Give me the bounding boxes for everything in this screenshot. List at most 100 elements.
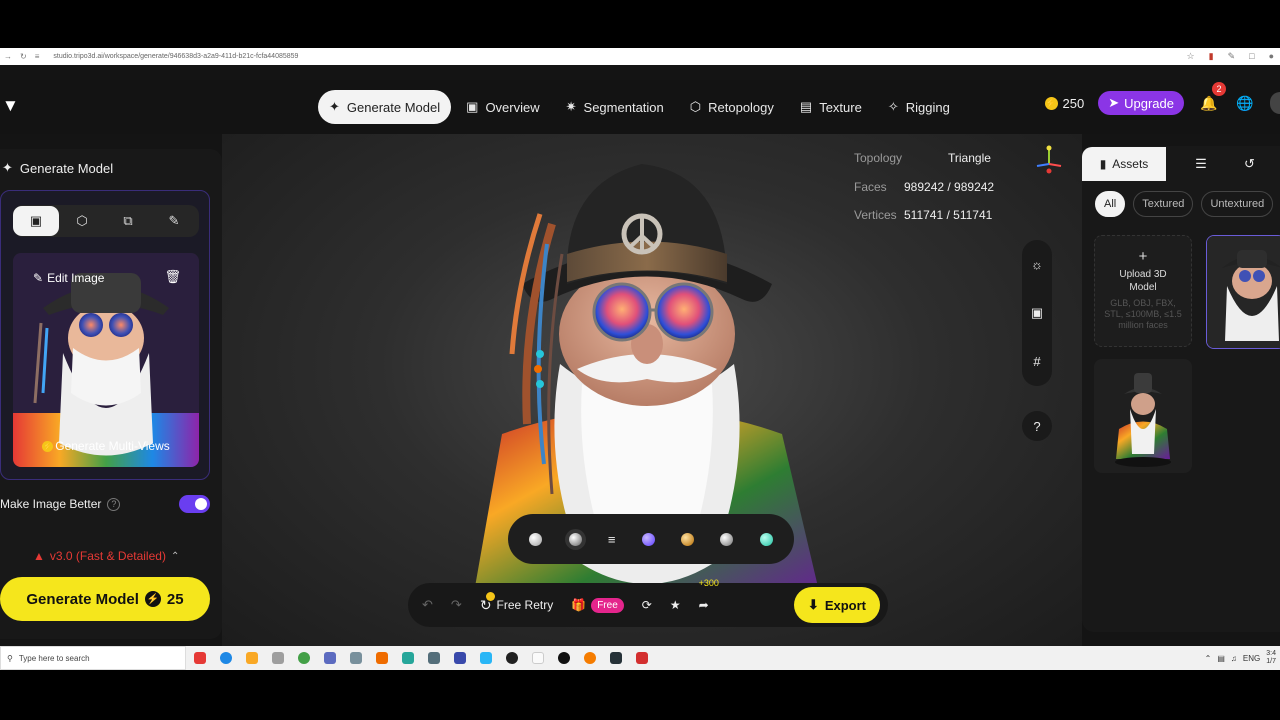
- app-icon[interactable]: [324, 652, 336, 664]
- stat-faces: Faces 989242 / 989242: [854, 179, 995, 194]
- export-button[interactable]: ⬇ Export: [793, 587, 880, 623]
- browser-address-bar[interactable]: → ↻ ≡ studio.tripo3d.ai/workspace/genera…: [0, 48, 1280, 65]
- app-icon[interactable]: [272, 652, 284, 664]
- upload-3d-model-button[interactable]: + Upload 3D Model GLB, OBJ, FBX, STL, ≤1…: [1094, 235, 1192, 347]
- site-info-icon[interactable]: ≡: [35, 52, 40, 61]
- multi-image-icon[interactable]: ⧉: [105, 206, 151, 236]
- free-retry-button[interactable]: ↻ Free Retry: [474, 590, 559, 620]
- retopology-icon: ⬡: [689, 99, 702, 114]
- make-image-better-toggle[interactable]: [179, 495, 210, 513]
- share-button[interactable]: ➦ +300: [693, 578, 719, 620]
- profile-icon[interactable]: ●: [1269, 51, 1274, 62]
- light-icon[interactable]: ☼: [1031, 257, 1043, 272]
- app-icon[interactable]: [402, 652, 414, 664]
- grid-icon[interactable]: #: [1033, 354, 1040, 369]
- camera-icon[interactable]: ▣: [1031, 305, 1043, 321]
- tab-overview[interactable]: ▣ Overview: [455, 90, 550, 124]
- reference-image[interactable]: ✎ Edit Image 🗑 ⚡ Generate Multi-Views: [13, 253, 199, 467]
- terminal-icon[interactable]: [610, 652, 622, 664]
- edge-icon[interactable]: [220, 652, 232, 664]
- pen-icon[interactable]: ✎: [151, 206, 197, 236]
- app-icon[interactable]: [194, 652, 206, 664]
- chrome-icon[interactable]: [298, 652, 310, 664]
- edit-image-button[interactable]: ✎ Edit Image: [33, 271, 104, 285]
- filter-untextured[interactable]: Untextured: [1201, 191, 1274, 217]
- material-white[interactable]: [529, 532, 543, 546]
- clock[interactable]: 3:4 1/7: [1266, 650, 1276, 666]
- app-icon[interactable]: [454, 652, 466, 664]
- sliders-icon[interactable]: ≡: [608, 532, 616, 547]
- material-silver[interactable]: [720, 532, 734, 546]
- media-player-icon[interactable]: [506, 652, 518, 664]
- filter-textured[interactable]: Textured: [1133, 191, 1194, 217]
- asset-filters: All Textured Untextured: [1095, 191, 1274, 217]
- app-icon[interactable]: [636, 652, 648, 664]
- help-icon[interactable]: ?: [107, 497, 121, 511]
- app-icon[interactable]: [350, 652, 362, 664]
- tab-segmentation[interactable]: ✷ Segmentation: [555, 90, 675, 124]
- asset-thumbnail[interactable]: [1206, 235, 1280, 349]
- redo-icon[interactable]: ↷: [445, 590, 468, 620]
- material-clay[interactable]: [568, 532, 582, 546]
- url-text[interactable]: studio.tripo3d.ai/workspace/generate/946…: [53, 53, 298, 60]
- volume-icon[interactable]: ♫: [1231, 654, 1237, 663]
- folder-icon[interactable]: [246, 652, 258, 664]
- back-icon[interactable]: →: [4, 52, 12, 61]
- model-version-select[interactable]: ▲ v3.0 (Fast & Detailed) ⌃: [33, 549, 179, 563]
- taskbar-search[interactable]: ⚲ Type here to search: [0, 646, 186, 670]
- language-button[interactable]: 🌐: [1234, 92, 1256, 114]
- stat-topology: Topology Triangle: [854, 151, 991, 166]
- axis-gizmo-icon[interactable]: [1034, 144, 1064, 176]
- layers-icon[interactable]: ☰: [1184, 156, 1218, 172]
- asset-preview-2: [1094, 359, 1192, 473]
- 3d-viewport[interactable]: Topology Triangle Faces 989242 / 989242 Ve…: [222, 134, 1082, 646]
- globe-icon: 🌐: [1236, 94, 1254, 111]
- network-icon[interactable]: ▤: [1217, 654, 1225, 663]
- tripo-logo-icon[interactable]: ▼: [2, 97, 20, 115]
- tab-generate-model[interactable]: ✦ Generate Model: [318, 90, 452, 124]
- extension-icon[interactable]: ▮: [1209, 51, 1214, 62]
- sparkle-icon: ✦: [2, 160, 13, 175]
- material-holographic[interactable]: [641, 532, 655, 546]
- material-teal[interactable]: [759, 532, 773, 546]
- download-icon[interactable]: ✎: [1228, 51, 1236, 62]
- chevron-up-icon[interactable]: ⌃: [1205, 654, 1212, 663]
- material-gold[interactable]: [681, 532, 695, 546]
- help-button[interactable]: ?: [1022, 411, 1052, 441]
- tab-texture[interactable]: ▤ Texture: [789, 90, 873, 124]
- history-icon[interactable]: ↺: [1244, 156, 1255, 172]
- model-mode-icon[interactable]: ⬡: [59, 206, 105, 236]
- gift-button[interactable]: 🎁 Free: [565, 590, 630, 620]
- app-icon[interactable]: [480, 652, 492, 664]
- credits-balance[interactable]: ⚡ 250: [1044, 96, 1084, 111]
- upgrade-button[interactable]: ➤ Upgrade: [1098, 91, 1184, 115]
- app-icon[interactable]: [376, 652, 388, 664]
- share-bonus: +300: [698, 578, 719, 588]
- trash-icon[interactable]: 🗑: [164, 269, 181, 285]
- avatar[interactable]: [1270, 92, 1280, 114]
- camera-icon[interactable]: [428, 652, 440, 664]
- file-icon[interactable]: [532, 652, 544, 664]
- image-mode-icon[interactable]: ▣: [13, 206, 59, 236]
- favorite-star-icon[interactable]: ★: [664, 590, 687, 620]
- reload-icon[interactable]: ↻: [20, 52, 27, 61]
- notification-button[interactable]: 🔔 2: [1198, 82, 1226, 114]
- language-indicator[interactable]: ENG: [1243, 654, 1260, 663]
- input-mode-tabs: ▣ ⬡ ⧉ ✎: [13, 205, 199, 237]
- make-image-better-row: Make Image Better ?: [0, 495, 210, 513]
- tab-retopology[interactable]: ⬡ Retopology: [679, 90, 785, 124]
- blender-icon[interactable]: [584, 652, 596, 664]
- generate-model-button[interactable]: Generate Model ⚡ 25: [0, 577, 210, 621]
- view-360-icon[interactable]: ⟳: [636, 590, 658, 620]
- top-navigation: ▼ ✦ Generate Model ▣ Overview ✷ Segmentatio…: [0, 80, 1280, 134]
- generate-multi-views-button[interactable]: ⚡ Generate Multi-Views: [13, 439, 199, 453]
- asset-thumbnail[interactable]: [1094, 359, 1192, 473]
- tab-assets[interactable]: ▮ Assets: [1082, 147, 1166, 181]
- filter-all[interactable]: All: [1095, 191, 1126, 217]
- coin-icon: ⚡: [42, 441, 54, 453]
- app-icon[interactable]: [558, 652, 570, 664]
- tab-rigging[interactable]: ✧ Rigging: [877, 90, 961, 124]
- star-icon[interactable]: ☆: [1187, 51, 1195, 62]
- tab-icon[interactable]: □: [1249, 51, 1254, 62]
- undo-icon[interactable]: ↶: [416, 590, 439, 620]
